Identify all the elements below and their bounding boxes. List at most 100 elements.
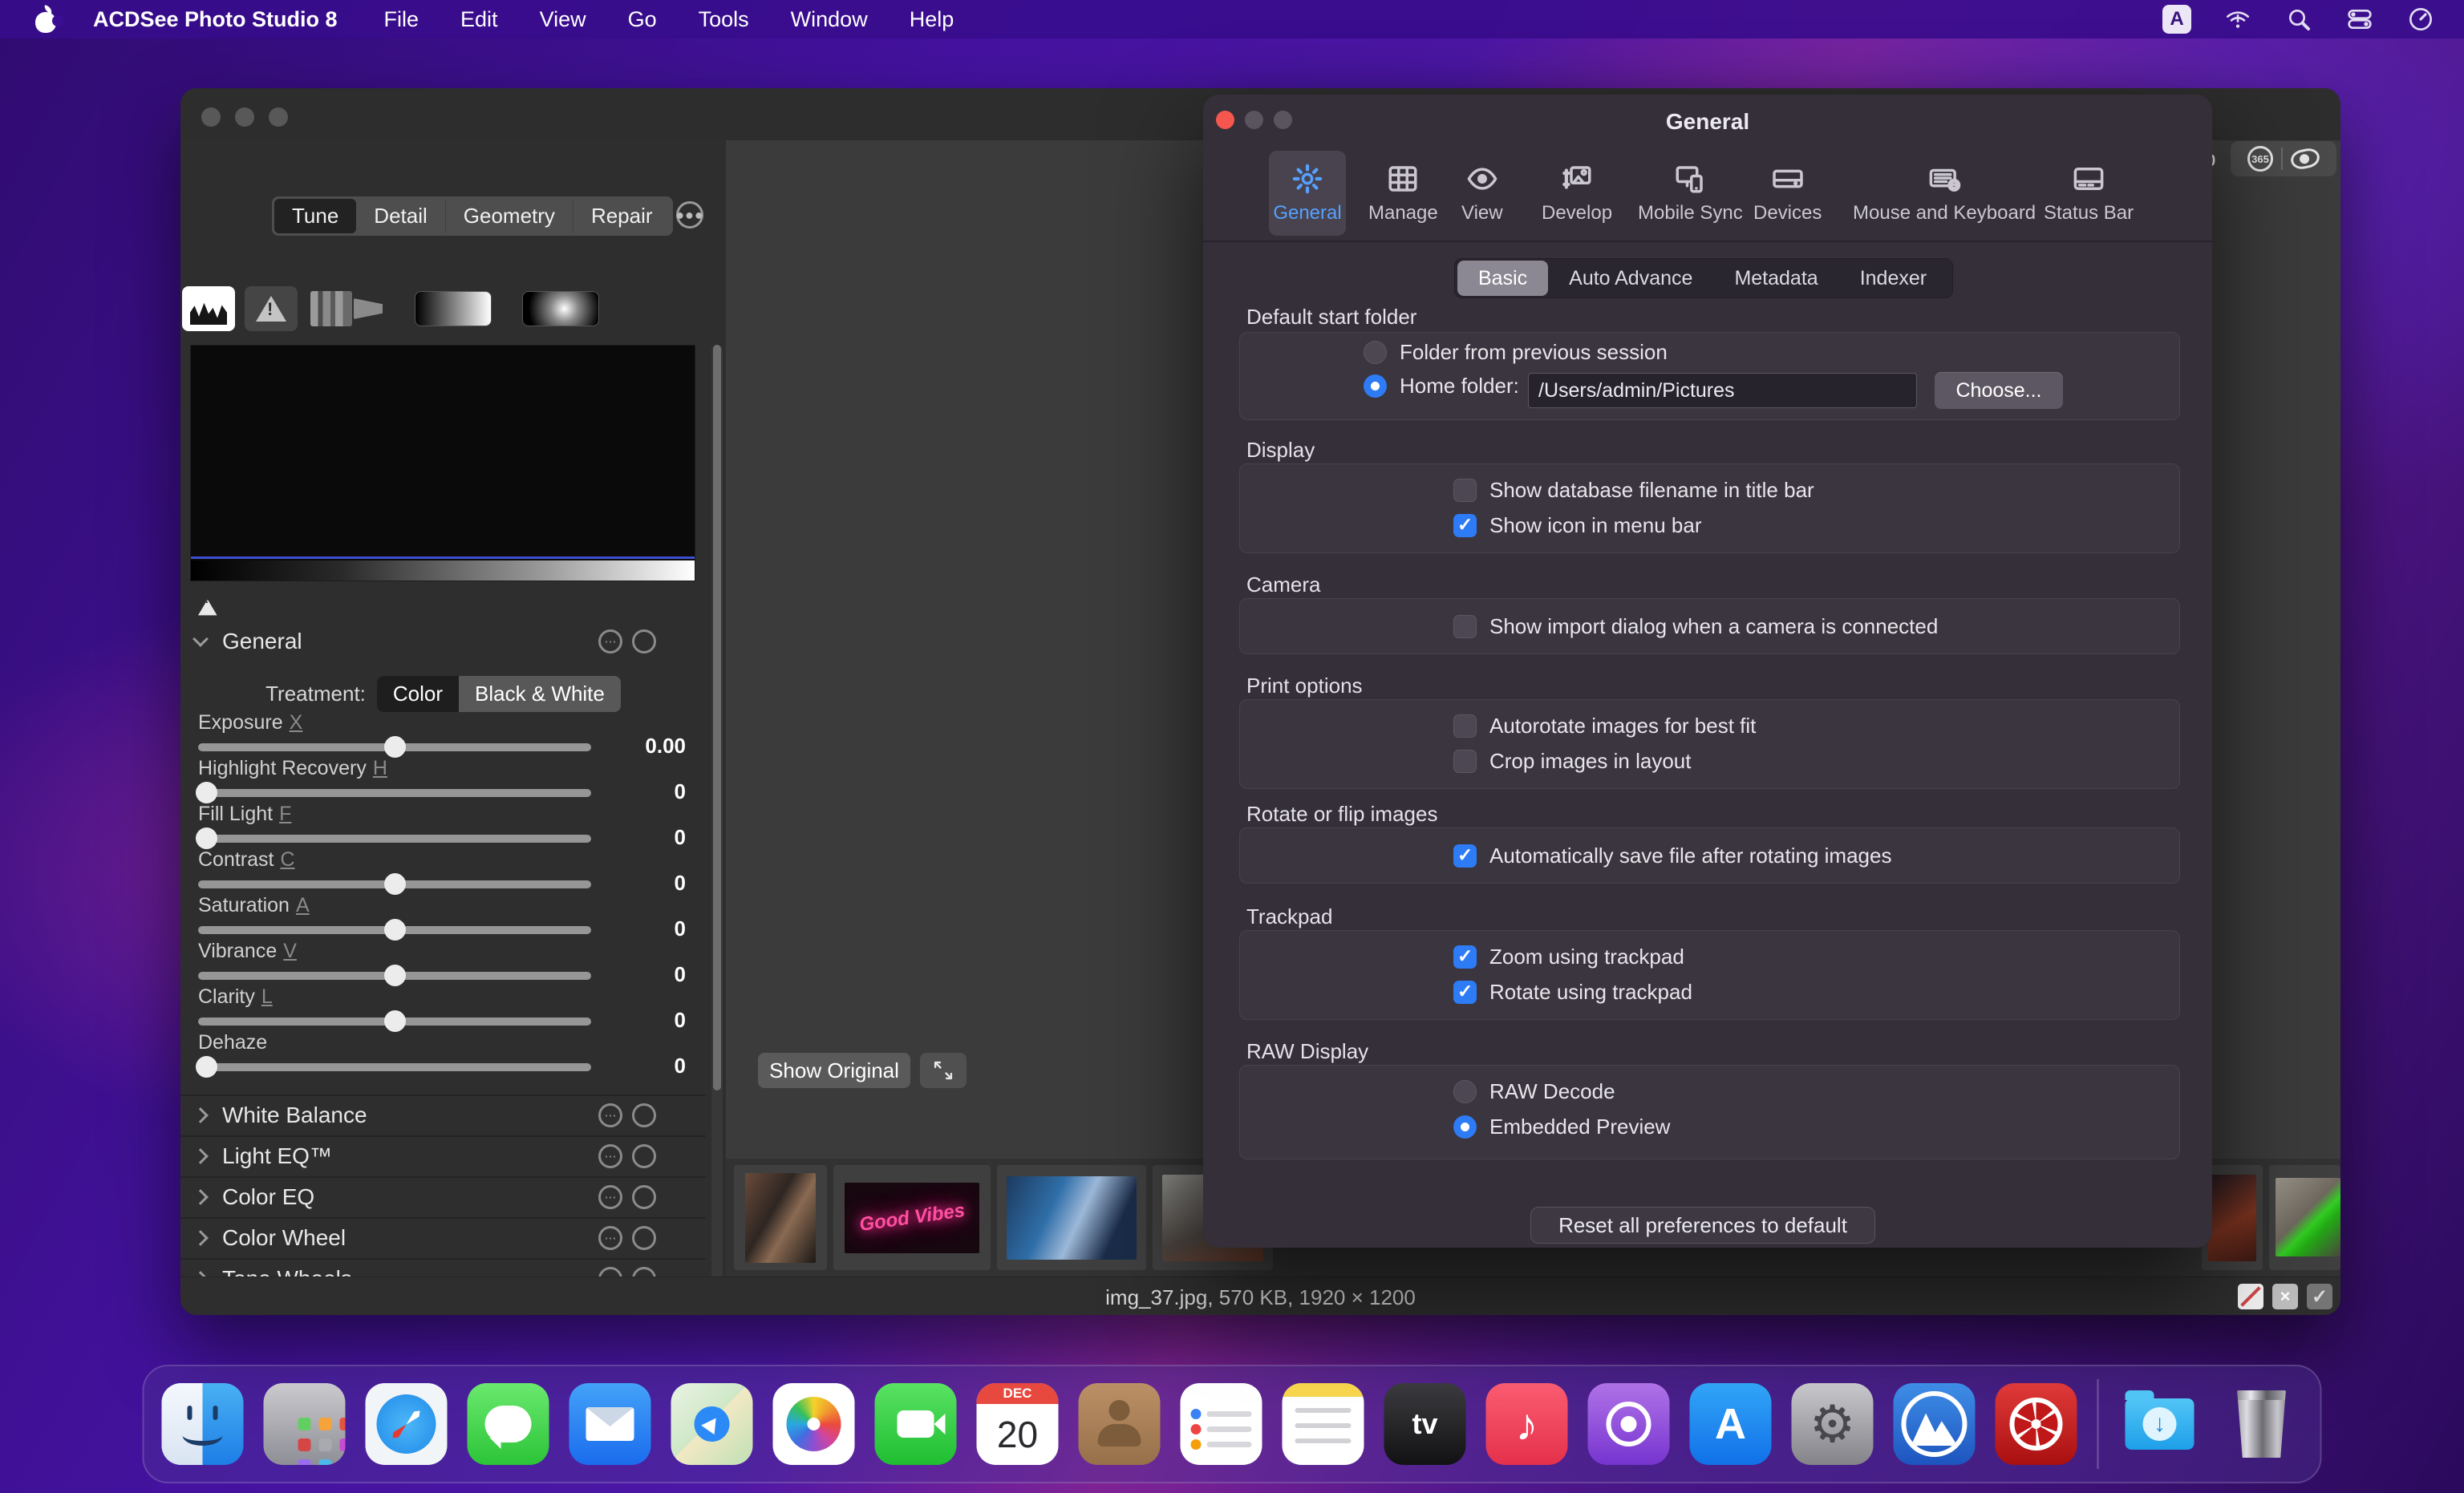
slider-track[interactable] <box>198 972 591 980</box>
menu-file[interactable]: File <box>384 7 419 32</box>
general-options-icon[interactable]: ⋯ <box>598 629 622 653</box>
tab-auto-advance[interactable]: Auto Advance <box>1548 261 1713 296</box>
minimize-button[interactable] <box>235 107 254 127</box>
menu-window[interactable]: Window <box>791 7 868 32</box>
pref-tab-general[interactable]: General <box>1269 151 1346 236</box>
exposure-warning-icon[interactable] <box>245 286 298 331</box>
dock-acdsee[interactable] <box>1894 1383 1976 1465</box>
zoom-button[interactable] <box>269 107 288 127</box>
dock-downloads[interactable]: ↓ <box>2119 1383 2201 1465</box>
radio-icon[interactable] <box>1453 1115 1477 1139</box>
show-original-button[interactable]: Show Original <box>758 1053 910 1088</box>
checkbox-icon[interactable] <box>1453 514 1477 537</box>
slider-track[interactable] <box>198 1063 591 1071</box>
slider-thumb[interactable] <box>196 827 217 849</box>
pref-tab-mobile-sync[interactable]: Mobile Sync <box>1627 151 1754 236</box>
tab-tune[interactable]: Tune <box>274 199 356 233</box>
menu-go[interactable]: Go <box>628 7 657 32</box>
check-crop-images[interactable]: Crop images in layout <box>1453 749 1691 774</box>
dock-calendar[interactable]: DEC 20 <box>977 1383 1059 1465</box>
thumbnail-motorcycle[interactable] <box>745 1173 816 1263</box>
dock-music[interactable]: ♪ <box>1486 1383 1568 1465</box>
home-folder-path-field[interactable] <box>1528 373 1917 408</box>
treatment-color[interactable]: Color <box>377 676 459 712</box>
dock-app-store[interactable]: A <box>1690 1383 1772 1465</box>
radio-icon[interactable] <box>1453 1080 1477 1103</box>
radio-icon[interactable] <box>1364 374 1387 398</box>
dock-messages[interactable] <box>468 1383 549 1465</box>
pref-tab-manage[interactable]: Manage <box>1357 151 1449 236</box>
slider-thumb[interactable] <box>196 1056 217 1078</box>
checkbox-icon[interactable] <box>1453 750 1477 773</box>
pref-tab-status-bar[interactable]: Status Bar <box>2032 151 2145 236</box>
linear-gradient-tool-icon[interactable] <box>415 291 492 326</box>
slider-thumb[interactable] <box>384 873 406 895</box>
clock-icon[interactable] <box>2406 5 2435 34</box>
dock-facetime[interactable] <box>875 1383 957 1465</box>
dock-safari[interactable] <box>366 1383 448 1465</box>
slider-thumb[interactable] <box>196 782 217 803</box>
select-check-icon[interactable]: ✓ <box>2307 1284 2332 1309</box>
radio-folder-previous-session[interactable]: Folder from previous session <box>1364 340 1668 365</box>
control-center-icon[interactable] <box>2345 5 2374 34</box>
menu-view[interactable]: View <box>540 7 586 32</box>
slider-track[interactable] <box>198 835 591 843</box>
pref-tab-develop[interactable]: Develop <box>1530 151 1623 236</box>
close-button[interactable] <box>201 107 221 127</box>
radio-icon[interactable] <box>1364 341 1387 364</box>
radio-raw-decode[interactable]: RAW Decode <box>1453 1079 1615 1104</box>
reset-icon[interactable] <box>632 1144 656 1168</box>
slider-track[interactable] <box>198 880 591 888</box>
menu-help[interactable]: Help <box>910 7 954 32</box>
thumbnail-green-car[interactable] <box>2276 1178 2340 1256</box>
dock-maps[interactable] <box>671 1383 753 1465</box>
tab-geometry[interactable]: Geometry <box>446 199 573 233</box>
acdsee-365-badge[interactable]: 365 <box>2231 141 2336 176</box>
dock-mail[interactable] <box>569 1383 651 1465</box>
dock-trash[interactable] <box>2221 1383 2303 1465</box>
tag-none-icon[interactable] <box>2238 1284 2263 1309</box>
filmstrip-cell[interactable] <box>734 1165 827 1270</box>
options-icon[interactable]: ⋯ <box>598 1103 622 1127</box>
tab-detail[interactable]: Detail <box>356 199 445 233</box>
section-color-wheel[interactable]: Color Wheel ⋯ <box>180 1217 706 1257</box>
reset-preferences-button[interactable]: Reset all preferences to default <box>1530 1207 1875 1244</box>
reject-icon[interactable]: × <box>2272 1284 2298 1309</box>
slider-thumb[interactable] <box>384 1010 406 1032</box>
general-reset-icon[interactable] <box>632 629 656 653</box>
radio-home-folder[interactable]: Home folder: <box>1364 374 1519 399</box>
checkbox-icon[interactable] <box>1453 479 1477 502</box>
slider-thumb[interactable] <box>384 965 406 986</box>
dock-photos[interactable] <box>773 1383 855 1465</box>
tab-metadata[interactable]: Metadata <box>1713 261 1838 296</box>
pref-tab-devices[interactable]: Devices <box>1742 151 1833 236</box>
check-show-db-filename[interactable]: Show database filename in title bar <box>1453 478 1814 503</box>
check-import-dialog[interactable]: Show import dialog when a camera is conn… <box>1453 614 1938 639</box>
dock-finder[interactable] <box>162 1383 244 1465</box>
options-icon[interactable]: ⋯ <box>598 1226 622 1250</box>
reset-icon[interactable] <box>632 1185 656 1209</box>
dock-acdsee-photo-studio[interactable] <box>1996 1383 2077 1465</box>
reset-icon[interactable] <box>632 1103 656 1127</box>
slider-track[interactable] <box>198 789 591 797</box>
thumbnail-good-vibes[interactable]: Good Vibes <box>845 1183 979 1253</box>
checkbox-icon[interactable] <box>1453 981 1477 1004</box>
pref-tab-view[interactable]: View <box>1450 151 1514 236</box>
thumbnail-cosplay[interactable] <box>1007 1176 1137 1260</box>
slider-track[interactable] <box>198 926 591 934</box>
app-menu-title[interactable]: ACDSee Photo Studio 8 <box>93 7 338 32</box>
section-general[interactable]: General ⋯ <box>180 621 706 662</box>
section-light-eq[interactable]: Light EQ™ ⋯ <box>180 1135 706 1175</box>
slider-thumb[interactable] <box>384 919 406 941</box>
menu-edit[interactable]: Edit <box>460 7 498 32</box>
tab-repair[interactable]: Repair <box>573 199 671 233</box>
check-autosave-rotate[interactable]: Automatically save file after rotating i… <box>1453 844 1891 868</box>
treatment-black-white[interactable]: Black & White <box>459 676 621 712</box>
section-color-eq[interactable]: Color EQ ⋯ <box>180 1176 706 1216</box>
reset-icon[interactable] <box>632 1226 656 1250</box>
dock-launchpad[interactable] <box>264 1383 346 1465</box>
check-show-menu-icon[interactable]: Show icon in menu bar <box>1453 513 1701 538</box>
dock-notes[interactable] <box>1283 1383 1364 1465</box>
check-zoom-trackpad[interactable]: Zoom using trackpad <box>1453 945 1684 969</box>
tab-indexer[interactable]: Indexer <box>1839 261 1947 296</box>
